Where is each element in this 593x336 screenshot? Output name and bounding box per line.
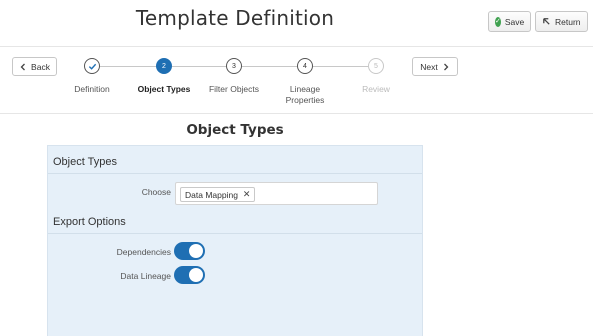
template-definition-page: Template Definition ✓ Save Return Back 2… <box>0 0 593 336</box>
next-button[interactable]: Next <box>412 57 458 76</box>
step-label-definition: Definition <box>74 84 110 94</box>
train-connector <box>100 66 157 67</box>
step-object-types[interactable]: 2 <box>156 58 172 74</box>
return-button[interactable]: Return <box>535 11 588 32</box>
back-button[interactable]: Back <box>12 57 57 76</box>
save-button-label: Save <box>504 16 525 27</box>
chevron-left-icon <box>20 63 26 70</box>
toggle-knob <box>189 268 203 282</box>
data-lineage-toggle[interactable] <box>174 266 205 284</box>
step-label-lineage-properties: Lineage Properties <box>285 84 325 105</box>
chip-label: Data Mapping <box>185 189 238 200</box>
checkmark-icon <box>88 63 96 70</box>
return-arrow-icon <box>542 17 551 26</box>
save-button[interactable]: ✓ Save <box>488 11 531 32</box>
step-label-review: Review <box>362 84 390 94</box>
remove-chip-icon[interactable]: ✕ <box>243 189 251 200</box>
chip-data-mapping: Data Mapping ✕ <box>180 187 256 202</box>
step-label-object-types: Object Types <box>137 84 191 94</box>
toggle-knob <box>189 244 203 258</box>
return-button-label: Return <box>555 16 581 27</box>
dependencies-toggle[interactable] <box>174 242 205 260</box>
step-label-filter-objects: Filter Objects <box>208 84 260 94</box>
next-button-label: Next <box>420 61 438 72</box>
wizard-divider <box>0 113 593 114</box>
back-button-label: Back <box>31 61 50 72</box>
header-divider <box>0 46 593 47</box>
object-types-panel: Object Types Choose Data Mapping ✕ Expor… <box>47 145 423 336</box>
train-connector <box>313 66 368 67</box>
train-connector <box>172 66 226 67</box>
region-divider <box>48 233 422 234</box>
step-definition[interactable] <box>84 58 100 74</box>
train-connector <box>242 66 297 67</box>
page-title: Template Definition <box>135 6 335 30</box>
dependencies-label: Dependencies <box>116 247 171 257</box>
section-title: Object Types <box>186 122 284 138</box>
check-circle-icon: ✓ <box>495 16 501 27</box>
export-options-region-title: Export Options <box>53 216 126 228</box>
chevron-right-icon <box>443 63 449 70</box>
object-types-region-title: Object Types <box>53 156 117 168</box>
object-types-chooser[interactable]: Data Mapping ✕ <box>175 182 378 205</box>
choose-label: Choose <box>141 187 171 197</box>
step-review: 5 <box>368 58 384 74</box>
region-divider <box>48 173 422 174</box>
step-lineage-properties[interactable]: 4 <box>297 58 313 74</box>
data-lineage-label: Data Lineage <box>120 271 171 281</box>
step-filter-objects[interactable]: 3 <box>226 58 242 74</box>
